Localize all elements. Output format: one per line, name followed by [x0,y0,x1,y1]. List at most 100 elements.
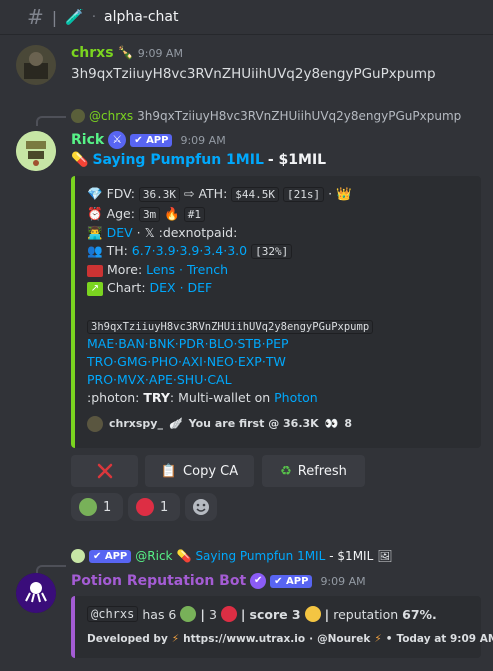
age-row: ⏰ Age: 3m 🔥 #1 [87,205,205,224]
dev-row: 👨‍💻 DEV · 𝕏 :dexnotpaid: [87,224,237,242]
refresh-button[interactable]: ♻ Refresh [262,455,365,487]
footer-user: chrxspy_ [109,417,163,430]
reaction-count: 1 [160,499,169,515]
footer-avatar [87,416,103,432]
timestamp: 9:09 AM [320,574,366,588]
msg2-header: Rick ⚔ ✔ APP 9:09 AM [71,131,226,149]
contract-address[interactable]: 3h9qxTziiuyH8vc3RVnZHUiihUVq2y8engyPGuPx… [87,320,374,334]
dev-handle: @Nourek [317,633,371,645]
embed-heading: 💊 Saying Pumpfun 1MIL - $1MIL [71,152,326,168]
eyes-icon: 👀 [324,417,339,430]
photon-link[interactable]: Photon [274,390,318,405]
platform-links-2[interactable]: TRO·GMG·PHO·AXI·NEO·EXP·TW [87,353,286,371]
dev-time: Today at 9:09 AM [396,633,493,645]
reaction-red[interactable]: 1 [128,493,180,521]
msg1-header: chrxs 🍾 9:09 AM [71,45,183,61]
avatar-chrxs[interactable] [16,45,56,85]
footer-text: You are first @ 36.3K [188,417,319,430]
copy-ca-button[interactable]: 📋 Copy CA [145,455,254,487]
rick-face-icon [16,131,56,171]
rep-has: has 6 [142,606,177,622]
app-badge: ✔ APP [270,574,313,588]
reply-text: Saying Pumpfun 1MIL [195,549,326,563]
app-badge: ✔ APP [130,133,173,147]
pill-icon: 💊 [176,549,192,563]
divider: | [51,7,58,27]
rep-red-count: 3 [208,606,217,622]
bolt-icon: ⚡ [374,633,382,645]
th-values[interactable]: 6.7·3.9·3.9·3.4·3.0 [132,243,247,258]
people-icon: 👥 [87,243,103,258]
photon-prefix: :photon: [87,390,140,405]
dot-separator: · [328,186,333,201]
green-circle-icon [180,606,197,622]
close-icon [97,463,112,479]
timestamp: 9:09 AM [137,46,183,60]
channel-name: alpha-chat [103,9,179,25]
platform-links-3[interactable]: PRO·MVX·APE·SHU·CAL [87,371,232,389]
age-label: Age: [106,206,135,221]
bolt-icon: ⚡ [171,633,180,645]
th-pct: [32%] [251,244,293,259]
chart-links[interactable]: DEX · DEF [150,280,213,295]
chart-label: Chart: [106,280,146,295]
add-reaction-button[interactable] [185,493,217,521]
red-circle-icon [220,606,237,622]
avatar-rick[interactable] [16,131,56,171]
reply-suffix: - $1MIL [329,549,374,563]
chart-row: ↗ Chart: DEX · DEF [87,279,212,297]
more-row: More: Lens · Trench [87,261,228,279]
reply-avatar [71,549,85,563]
platform-links-1[interactable]: MAE·BAN·BNK·PDR·BLO·STB·PEP [87,335,289,353]
photon-text: : Multi-wallet on [169,390,271,405]
avatar-image [16,45,56,85]
more-links[interactable]: Lens · Trench [146,262,228,277]
rep-user[interactable]: @chrxs [87,606,139,622]
fdv-row: 💎 FDV: 36.3K ⇨ ATH: $44.5K [21s] · 👑 [87,185,352,204]
reply-preview[interactable]: @chrxs 3h9qxTziiuyH8vc3RVnZHUiihUVq2y8en… [71,109,461,123]
image-icon: 🖼 [377,549,393,563]
age-rank: #1 [183,207,205,222]
green-circle-icon [79,498,97,516]
rep-label: reputation [333,606,399,622]
rep-pct: 67%. [402,606,437,622]
msg3-header: Potion Reputation Bot ✔ ✔ APP 9:09 AM [71,573,366,589]
timestamp: 9:09 AM [180,133,226,147]
author-name[interactable]: Rick [71,132,104,148]
dev-url[interactable]: https://www.utrax.io [183,633,305,645]
clock-icon: ⏰ [87,206,103,221]
reply-preview[interactable]: ✔ APP @Rick 💊 Saying Pumpfun 1MIL - $1MI… [71,549,393,563]
author-name[interactable]: Potion Reputation Bot [71,573,246,589]
embed-title-suffix: - $1MIL [267,152,327,168]
author-name[interactable]: chrxs [71,45,114,61]
footer-count: 8 [344,417,353,430]
dev-info: · 𝕏 :dexnotpaid: [136,225,238,240]
fire-icon: 🔥 [164,206,180,221]
channel-header: # | 🧪 · alpha-chat [0,0,493,35]
embed-title-link[interactable]: Saying Pumpfun 1MIL [92,152,263,168]
message-text: 3h9qxTziiuyH8vc3RVnZHUiihUVq2y8engyPGuPx… [71,66,436,82]
photon-try: TRY [143,390,170,405]
dev-link[interactable]: DEV [107,225,133,240]
verified-icon: ✔ [250,573,267,589]
octopus-logo-icon [16,573,56,613]
clipboard-icon: 📋 [160,463,178,479]
ath-value: $44.5K [231,187,280,202]
avatar-potion-bot[interactable] [16,573,56,613]
reply-text: 3h9qxTziiuyH8vc3RVnZHUiihUVq2y8engyPGuPx… [137,109,462,123]
coin-icon [304,606,321,622]
th-row: 👥 TH: 6.7·3.9·3.9·3.4·3.0 [32%] [87,242,293,261]
ath-time: [21s] [283,187,325,202]
close-button[interactable] [71,455,138,487]
pill-icon: 💊 [71,152,89,168]
diamond-icon: 💎 [87,186,103,201]
more-label: More: [106,262,143,277]
rep-score: score 3 [249,606,301,622]
chart-icon: ↗ [87,281,103,296]
embed-footer: chrxspy_ 🪽 You are first @ 36.3K 👀 8 [87,415,352,433]
reaction-green[interactable]: 1 [71,493,123,521]
ath-label: ⇨ ATH: [184,186,228,201]
sparkle-icon: 🪽 [168,417,183,430]
reply-connector [36,116,66,126]
app-badge: ✔ APP [89,549,132,563]
